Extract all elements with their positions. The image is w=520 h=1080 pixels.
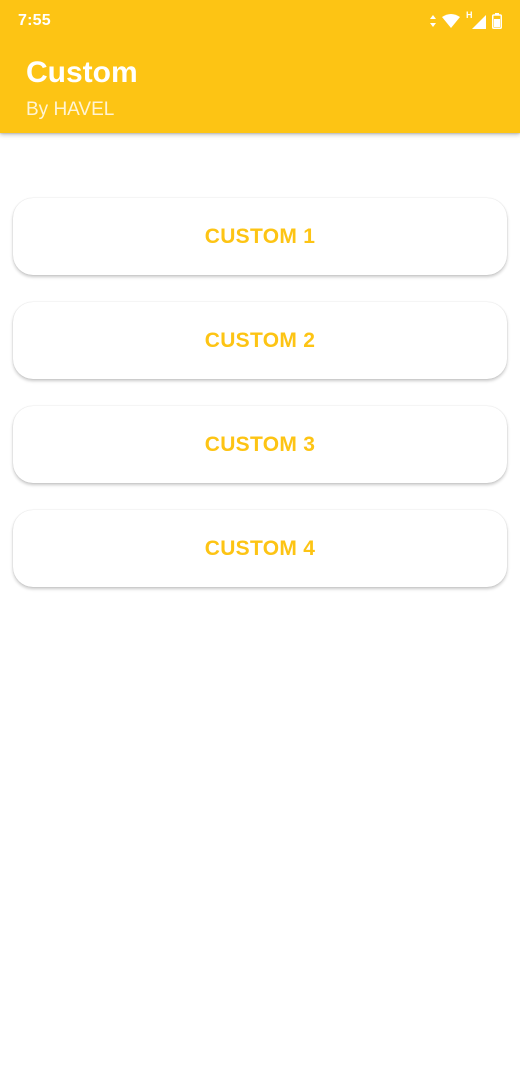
custom-4-button-label: CUSTOM 4 bbox=[204, 536, 316, 560]
status-time: 7:55 bbox=[18, 12, 51, 29]
custom-3-button-label: CUSTOM 3 bbox=[204, 432, 316, 456]
custom-3-button[interactable]: CUSTOM 3 bbox=[13, 406, 507, 483]
custom-1-button-label: CUSTOM 1 bbox=[204, 224, 316, 248]
status-bar: 7:55 H bbox=[0, 0, 520, 44]
wifi-icon bbox=[442, 14, 460, 28]
signal-icon: H bbox=[466, 10, 486, 29]
main-content: CUSTOM 1 CUSTOM 2 CUSTOM 3 CUSTOM 4 bbox=[0, 133, 520, 1080]
custom-2-button-label: CUSTOM 2 bbox=[204, 328, 316, 352]
toolbar-title: Custom bbox=[26, 56, 138, 89]
battery-icon bbox=[492, 13, 502, 29]
app-bar: 7:55 H Custom By HAVEL bbox=[0, 0, 520, 133]
custom-1-button[interactable]: CUSTOM 1 bbox=[13, 198, 507, 275]
data-transfer-icon bbox=[430, 15, 436, 27]
custom-2-button[interactable]: CUSTOM 2 bbox=[13, 302, 507, 379]
custom-4-button[interactable]: CUSTOM 4 bbox=[13, 510, 507, 587]
status-icons: H bbox=[430, 10, 502, 30]
toolbar-subtitle: By HAVEL bbox=[26, 99, 115, 120]
